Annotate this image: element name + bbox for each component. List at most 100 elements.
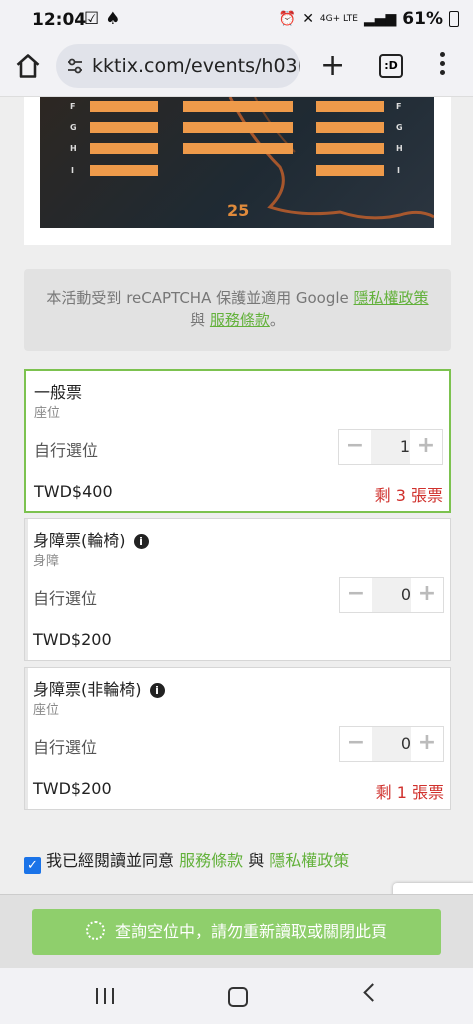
battery-icon: [449, 11, 459, 27]
ticket-name-text: 身障票(輪椅): [33, 531, 126, 550]
system-icons: ⏰ ✕ 4G+ LTE ▂▄▆ 61%: [279, 9, 459, 29]
page-footer: 查詢空位中，請勿重新讀取或關閉此頁: [0, 894, 473, 969]
quantity-stepper: − 0 +: [339, 726, 444, 762]
home-nav-icon[interactable]: [228, 987, 248, 1007]
decrease-button[interactable]: −: [340, 727, 372, 761]
agreement-and: 與: [243, 851, 270, 870]
quantity-value[interactable]: 0: [372, 578, 411, 612]
ticket-name-text: 身障票(非輪椅): [33, 680, 142, 699]
browser-toolbar: kktix.com/events/h03b + :D: [0, 38, 473, 97]
seat-row: [316, 122, 384, 133]
quantity-value[interactable]: 0: [372, 727, 411, 761]
notice-and: 與: [190, 311, 210, 329]
ticket-type: 身障: [33, 554, 60, 569]
privacy-policy-link[interactable]: 隱私權政策: [354, 289, 429, 307]
agreement-privacy-link[interactable]: 隱私權政策: [269, 851, 349, 870]
site-settings-icon[interactable]: [66, 57, 84, 75]
quantity-number: 0: [400, 734, 411, 753]
seat-map-card: F G H I F G H I 25: [24, 97, 451, 245]
quantity-stepper: − 0 +: [339, 577, 444, 613]
quantity-value[interactable]: 1: [371, 430, 410, 464]
increase-button[interactable]: +: [411, 578, 443, 612]
recent-apps-icon[interactable]: [96, 988, 114, 1004]
increase-button[interactable]: +: [411, 727, 443, 761]
decrease-button[interactable]: −: [339, 430, 371, 464]
increase-button[interactable]: +: [410, 430, 442, 464]
seat-row: [90, 122, 158, 133]
decrease-button[interactable]: −: [340, 578, 372, 612]
ticket-name: 身障票(輪椅) i: [33, 527, 149, 551]
row-label-left: H: [70, 144, 77, 153]
seat-map-number: 25: [227, 201, 250, 220]
row-label-right: F: [396, 102, 402, 111]
ticket-card-general: 一般票 座位 自行選位 − 1 + TWD$400 剩 3 張票: [24, 369, 451, 513]
network-label: 4G+ LTE: [319, 14, 358, 24]
ticket-price: TWD$200: [33, 630, 112, 649]
seat-selection-mode: 自行選位: [34, 441, 99, 460]
status-bar: 12:04 ☑ ♠ ⏰ ✕ 4G+ LTE ▂▄▆ 61%: [0, 0, 473, 38]
ticket-type: 座位: [33, 703, 60, 718]
ticket-price: TWD$400: [34, 482, 113, 501]
check-notification-icon: ☑: [84, 9, 100, 29]
tab-switcher-button[interactable]: :D: [379, 54, 403, 78]
system-nav-bar: [0, 968, 473, 1024]
notice-suffix: 。: [269, 311, 285, 329]
alarm-icon: ⏰: [278, 11, 297, 27]
seat-row: [183, 143, 293, 154]
tickets-remaining: 剩 1 張票: [375, 783, 444, 802]
submit-button[interactable]: 查詢空位中，請勿重新讀取或關閉此頁: [32, 909, 441, 955]
page-content: F G H I F G H I 25 本活動受到 reCAPTCHA 保護並適用…: [0, 97, 473, 894]
ticket-type: 座位: [34, 406, 61, 421]
loading-spinner-icon: [85, 921, 105, 940]
address-bar[interactable]: kktix.com/events/h03b: [56, 44, 300, 88]
row-label-left: G: [70, 123, 77, 132]
agreement-text: 我已經閱讀並同意: [46, 851, 180, 870]
recaptcha-notice: 本活動受到 reCAPTCHA 保護並適用 Google 隱私權政策 與 服務條…: [24, 269, 451, 351]
ticket-name: 身障票(非輪椅) i: [33, 676, 165, 700]
seat-row: [90, 165, 158, 176]
terms-of-service-link[interactable]: 服務條款: [210, 311, 270, 329]
seat-map-image: F G H I F G H I 25: [40, 97, 434, 228]
menu-icon[interactable]: [440, 52, 446, 79]
quantity-number: 1: [399, 437, 410, 456]
agreement-terms-link[interactable]: 服務條款: [179, 851, 243, 870]
home-icon[interactable]: [14, 52, 42, 80]
row-label-right: H: [396, 144, 403, 153]
recaptcha-badge[interactable]: [393, 883, 473, 894]
seat-row: [90, 101, 158, 112]
signal-icon: ▂▄▆: [363, 11, 397, 27]
seat-row: [183, 101, 293, 112]
seat-row: [316, 101, 384, 112]
tickets-remaining: 剩 3 張票: [374, 486, 443, 505]
back-icon[interactable]: [363, 983, 382, 1002]
row-label-right: G: [396, 123, 403, 132]
seat-row: [90, 143, 158, 154]
row-label-left: I: [71, 166, 74, 175]
seat-row: [316, 165, 384, 176]
ticket-price: TWD$200: [33, 779, 112, 798]
notification-icons: ☑ ♠: [84, 9, 121, 29]
seat-row: [316, 143, 384, 154]
ticket-name: 一般票: [34, 383, 83, 402]
quantity-stepper: − 1 +: [338, 429, 443, 465]
ticket-card-non-wheelchair: 身障票(非輪椅) i 座位 自行選位 − 0 + TWD$200 剩 1 張票: [24, 667, 451, 810]
seat-selection-mode: 自行選位: [33, 738, 98, 757]
mute-icon: ✕: [302, 11, 314, 27]
agreement-row: ✓ 我已經閱讀並同意 服務條款 與 隱私權政策: [24, 847, 349, 874]
seat-row: [183, 122, 293, 133]
quantity-number: 0: [400, 585, 411, 604]
ticket-card-wheelchair: 身障票(輪椅) i 身障 自行選位 − 0 + TWD$200: [24, 518, 451, 661]
url-text: kktix.com/events/h03b: [92, 55, 300, 77]
info-icon[interactable]: i: [133, 534, 149, 549]
info-icon[interactable]: i: [149, 683, 165, 698]
submit-button-label: 查詢空位中，請勿重新讀取或關閉此頁: [114, 922, 387, 941]
seat-selection-mode: 自行選位: [33, 589, 98, 608]
new-tab-icon[interactable]: +: [320, 48, 345, 83]
row-label-right: I: [397, 166, 400, 175]
app-notification-icon: ♠: [105, 9, 121, 29]
battery-level: 61%: [402, 9, 443, 29]
status-time: 12:04: [32, 10, 87, 30]
row-label-left: F: [70, 102, 76, 111]
notice-prefix: 本活動受到 reCAPTCHA 保護並適用 Google: [46, 289, 354, 307]
agreement-checkbox[interactable]: ✓: [24, 857, 41, 874]
